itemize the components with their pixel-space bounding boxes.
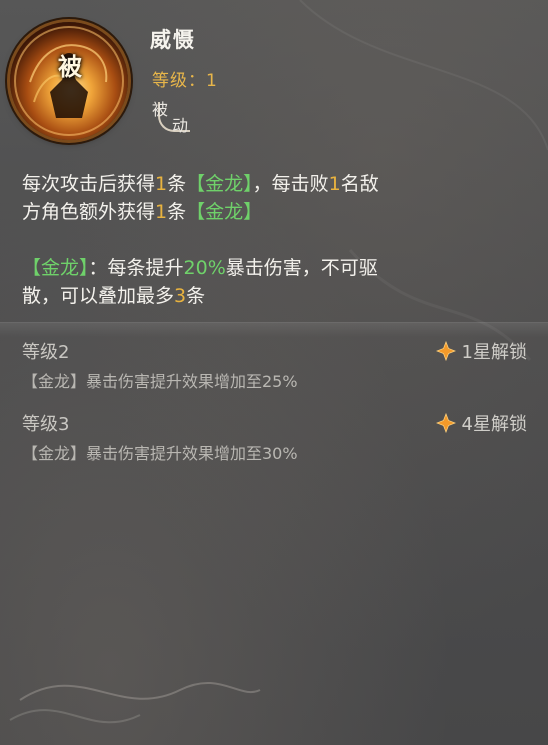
upgrade-level-label: 等级3 bbox=[22, 414, 70, 435]
unlock-requirement: 4星解锁 bbox=[435, 410, 527, 436]
type-char-1: 被 bbox=[152, 100, 169, 119]
skill-header: 被 威慑 等级：1 被 动 bbox=[0, 0, 548, 160]
type-char-2: 动 bbox=[172, 116, 189, 135]
passive-tag: 被 bbox=[58, 53, 82, 81]
golden-dragon-keyword[interactable]: 【金龙】 bbox=[186, 201, 262, 223]
upgrade-effect: 【金龙】暴击伤害提升效果增加至30% bbox=[22, 444, 298, 463]
skill-level: 等级：1 bbox=[152, 71, 218, 91]
buff-effect-description: 【金龙】：每条提升20%暴击伤害，不可驱 散，可以叠加最多3条 bbox=[22, 254, 532, 310]
skill-detail-panel: 被 威慑 等级：1 被 动 每次攻击后获得1条【金龙】，每击败1名敌 方角色额外… bbox=[0, 0, 548, 745]
upgrade-level-3: 等级3 4星解锁 【金龙】暴击伤害提升效果增加至30% bbox=[22, 410, 527, 463]
skill-name: 威慑 bbox=[150, 28, 196, 52]
golden-dragon-keyword[interactable]: 【金龙】 bbox=[186, 173, 253, 195]
skill-description: 每次攻击后获得1条【金龙】，每击败1名敌 方角色额外获得1条【金龙】 bbox=[22, 170, 532, 226]
upgrade-level-label: 等级2 bbox=[22, 342, 70, 363]
desc-line-2: 方角色额外获得1条【金龙】 bbox=[22, 201, 263, 223]
upgrade-level-2: 等级2 1星解锁 【金龙】暴击伤害提升效果增加至25% bbox=[22, 338, 527, 391]
golden-dragon-keyword[interactable]: 【金龙】 bbox=[22, 257, 89, 279]
unlock-requirement: 1星解锁 bbox=[435, 338, 527, 364]
section-divider bbox=[0, 322, 548, 337]
star-icon bbox=[435, 413, 456, 433]
effect-line-1: 【金龙】：每条提升20%暴击伤害，不可驱 bbox=[22, 257, 378, 279]
upgrade-effect: 【金龙】暴击伤害提升效果增加至25% bbox=[22, 372, 298, 391]
golden-dragon-warrior-icon[interactable]: 被 bbox=[10, 22, 128, 140]
skill-type-badge: 被 动 bbox=[152, 96, 190, 135]
effect-line-2: 散，可以叠加最多3条 bbox=[22, 285, 206, 307]
desc-line-1: 每次攻击后获得1条【金龙】，每击败1名敌 bbox=[22, 173, 379, 195]
star-icon bbox=[435, 341, 456, 361]
